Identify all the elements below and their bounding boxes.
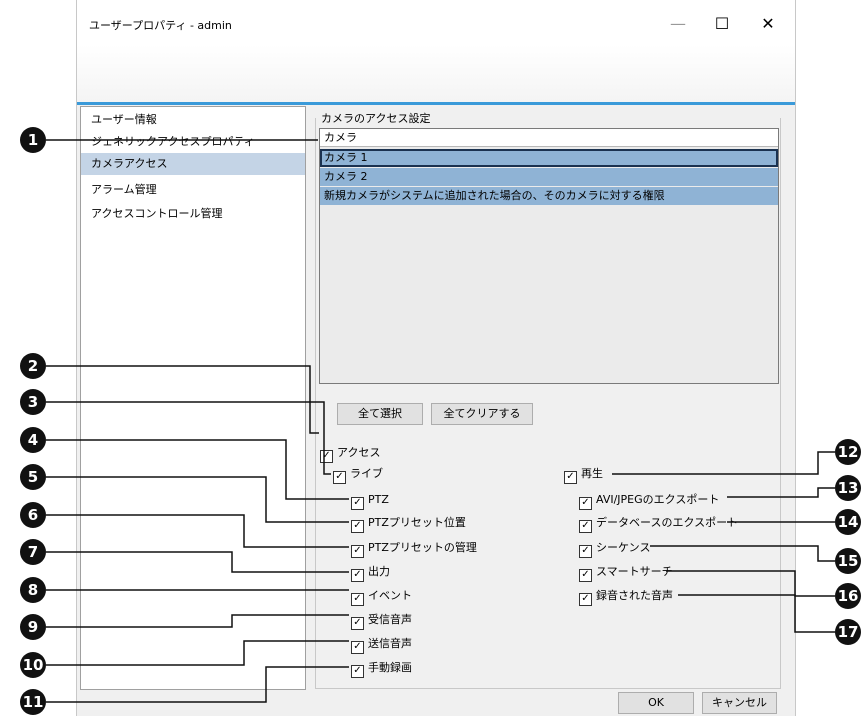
callout-badge: 10	[20, 652, 46, 678]
callout-badge: 12	[835, 439, 861, 465]
callout-leader-lines	[46, 139, 835, 703]
callout-badge: 7	[20, 539, 46, 565]
callout-badge: 2	[20, 353, 46, 379]
callout-badge: 6	[20, 502, 46, 528]
callout-badge: 8	[20, 577, 46, 603]
callout-badge: 9	[20, 614, 46, 640]
callout-badge: 3	[20, 389, 46, 415]
callout-badge: 15	[835, 548, 861, 574]
callout-badge: 5	[20, 464, 46, 490]
callout-badge: 16	[835, 583, 861, 609]
callout-badge: 1	[20, 127, 46, 153]
callout-badge: 11	[20, 689, 46, 715]
callout-badge: 14	[835, 509, 861, 535]
callout-badge: 17	[835, 619, 861, 645]
callout-badge: 4	[20, 427, 46, 453]
callout-badge: 13	[835, 475, 861, 501]
